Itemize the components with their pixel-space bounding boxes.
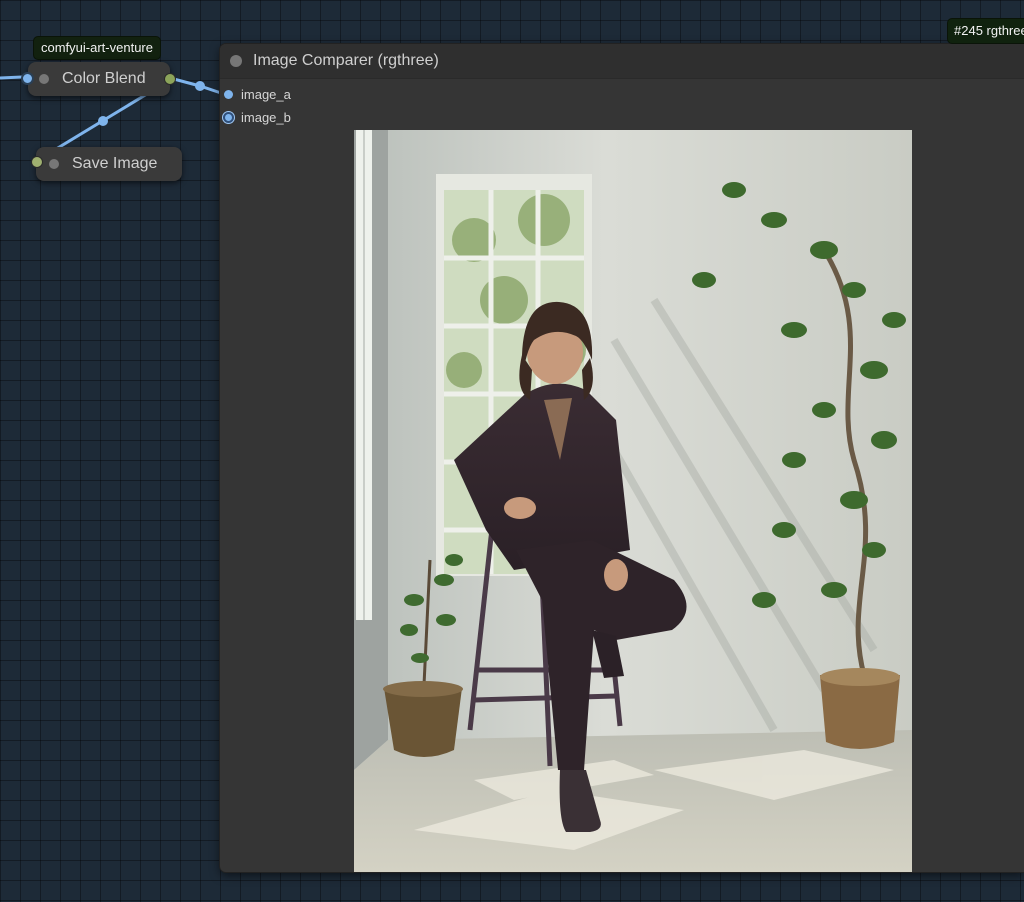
input-image-a-label: image_a	[241, 86, 291, 102]
input-slot-dot[interactable]	[225, 113, 232, 121]
node-collapse-dot[interactable]	[230, 55, 242, 67]
node-collapse-dot[interactable]	[39, 74, 49, 84]
save-image-node-title: Save Image	[72, 155, 158, 172]
color-blend-input-slot[interactable]	[21, 72, 34, 85]
color-blend-output-slot[interactable]	[164, 73, 176, 85]
preview-photo	[354, 130, 912, 872]
color-blend-node-title: Color Blend	[62, 70, 146, 87]
link-color-blend-to-comparer	[169, 76, 225, 96]
node-pack-badge: comfyui-art-venture	[33, 36, 161, 60]
input-image-b-label: image_b	[241, 109, 291, 125]
image-comparer-title: Image Comparer (rgthree)	[253, 52, 439, 69]
image-comparer-node[interactable]: Image Comparer (rgthree) image_a image_b	[220, 44, 1024, 872]
link-into-color-blend	[0, 75, 23, 80]
node-collapse-dot[interactable]	[49, 159, 59, 169]
save-image-node[interactable]: Save Image	[36, 147, 182, 181]
node-id-badge: #245 rgthree	[947, 18, 1024, 44]
color-blend-node[interactable]: Color Blend	[28, 62, 170, 96]
link-midpoint-dot	[195, 81, 205, 91]
input-slot-dot[interactable]	[224, 89, 233, 99]
input-image-b[interactable]: image_b	[224, 108, 291, 126]
save-image-input-slot[interactable]	[31, 156, 43, 168]
image-comparer-preview[interactable]	[354, 130, 912, 872]
input-image-a[interactable]: image_a	[224, 85, 291, 103]
image-comparer-titlebar[interactable]: Image Comparer (rgthree)	[220, 44, 1024, 79]
link-midpoint-dot	[98, 116, 108, 126]
